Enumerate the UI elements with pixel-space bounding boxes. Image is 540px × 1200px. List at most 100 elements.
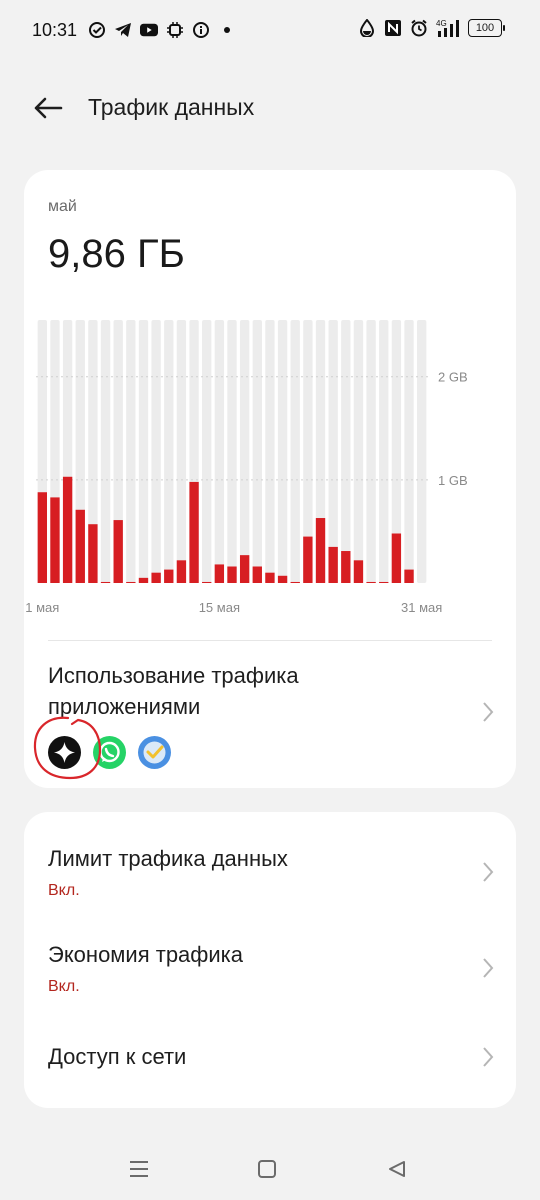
bar-track xyxy=(164,320,174,583)
status-time: 10:31 xyxy=(32,20,78,40)
data-saver-status: Вкл. xyxy=(48,978,80,995)
usage-bar xyxy=(341,551,351,583)
alarm-icon xyxy=(410,18,428,38)
youtube-icon xyxy=(140,20,158,40)
bar-track xyxy=(353,320,364,583)
home-icon xyxy=(258,1160,276,1178)
bar-track xyxy=(379,320,389,583)
bar-track xyxy=(341,320,351,583)
usage-bar xyxy=(164,569,174,583)
x-tick-label: 31 мая xyxy=(401,600,442,615)
usage-bar xyxy=(265,572,275,583)
navigation-bar xyxy=(0,1140,540,1200)
back-triangle-icon xyxy=(389,1161,405,1177)
bar-track xyxy=(214,320,225,583)
telegram-icon xyxy=(114,20,132,40)
bar-track xyxy=(404,320,414,583)
usage-bar xyxy=(113,520,123,583)
bar-track xyxy=(227,320,237,583)
usage-bar xyxy=(277,575,288,583)
water-drop-icon xyxy=(358,18,376,38)
dot-icon xyxy=(218,20,236,40)
usage-bar xyxy=(100,581,111,583)
home-button[interactable] xyxy=(252,1154,282,1184)
chevron-right-icon xyxy=(483,958,494,978)
network-type-label: 4G xyxy=(436,19,447,28)
bar-track xyxy=(416,320,427,583)
usage-bar xyxy=(88,524,98,583)
usage-bar xyxy=(75,509,85,583)
chevron-right-icon xyxy=(483,862,494,882)
network-access-title: Доступ к сети xyxy=(48,1044,187,1069)
annotation-circle xyxy=(33,716,102,780)
menu-icon xyxy=(130,1161,148,1177)
signal-4g-icon: 4G xyxy=(436,18,460,38)
recents-button[interactable] xyxy=(124,1154,154,1184)
chevron-right-icon xyxy=(483,702,494,722)
status-left-icons xyxy=(88,20,236,40)
data-limit-row[interactable]: Лимит трафика данных Вкл. xyxy=(24,812,516,916)
y-tick-label: 2 GB xyxy=(438,370,468,385)
usage-bar xyxy=(290,581,300,583)
bar-track xyxy=(126,320,136,583)
arrow-left-icon xyxy=(34,97,63,119)
data-limit-status: Вкл. xyxy=(48,882,80,899)
nav-back-button[interactable] xyxy=(382,1154,412,1184)
usage-bar xyxy=(214,564,225,583)
battery-indicator: 100 xyxy=(468,19,505,37)
x-tick-label: 1 мая xyxy=(25,600,59,615)
chip-icon xyxy=(166,20,184,40)
bar-track xyxy=(277,320,288,583)
usage-bar xyxy=(252,566,262,583)
usage-bar xyxy=(404,569,414,583)
usage-card: май 9,86 ГБ 1 GB 2 GB 1 мая 15 мая 31 мая Ис… xyxy=(24,170,516,788)
data-saver-row[interactable]: Экономия трафика Вкл. xyxy=(24,916,516,1012)
bar-track xyxy=(366,320,376,583)
usage-bar xyxy=(151,572,161,583)
usage-bar xyxy=(379,581,389,583)
page-title: Трафик данных xyxy=(88,94,255,120)
usage-bar xyxy=(391,533,402,583)
bar-track xyxy=(202,320,212,583)
y-tick-label: 1 GB xyxy=(438,473,468,488)
usage-bar xyxy=(239,555,250,583)
info-icon xyxy=(192,20,210,40)
bar-track xyxy=(328,320,338,583)
usage-bar xyxy=(202,581,212,583)
usage-bar xyxy=(353,560,364,583)
usage-bar xyxy=(50,497,60,583)
back-button[interactable] xyxy=(26,90,70,126)
network-access-row[interactable]: Доступ к сети xyxy=(24,1012,516,1108)
daily-usage-chart[interactable]: 1 GB 2 GB 1 мая 15 мая 31 мая xyxy=(24,170,516,630)
bar-track xyxy=(151,320,161,583)
bar-track xyxy=(252,320,262,583)
usage-bar xyxy=(62,476,73,583)
nfc-icon xyxy=(384,18,402,38)
usage-bar xyxy=(138,577,149,583)
bar-track xyxy=(176,320,187,583)
chevron-right-icon xyxy=(483,1047,494,1067)
app-bar: Трафик данных xyxy=(0,80,540,136)
x-tick-label: 15 мая xyxy=(199,600,240,615)
usage-bar xyxy=(189,481,199,583)
usage-bar xyxy=(366,581,376,583)
bar-track xyxy=(290,320,300,583)
status-bar: 10:31 4G 100 xyxy=(0,0,540,62)
check-circle-icon xyxy=(88,20,106,40)
checkmark-app-icon xyxy=(138,736,171,769)
usage-bar xyxy=(126,581,136,583)
bar-track xyxy=(239,320,250,583)
data-saver-title: Экономия трафика xyxy=(48,942,244,967)
usage-bar xyxy=(176,560,187,583)
settings-card: Лимит трафика данных Вкл. Экономия трафи… xyxy=(24,812,516,1108)
bar-track xyxy=(100,320,111,583)
status-right-icons: 4G 100 xyxy=(358,18,505,38)
usage-bar xyxy=(37,492,48,583)
data-limit-title: Лимит трафика данных xyxy=(48,846,288,871)
usage-bar xyxy=(227,566,237,583)
bar-track xyxy=(265,320,275,583)
usage-bar xyxy=(315,518,326,583)
usage-bar xyxy=(328,546,338,583)
bar-track xyxy=(138,320,149,583)
usage-bar xyxy=(303,536,313,583)
